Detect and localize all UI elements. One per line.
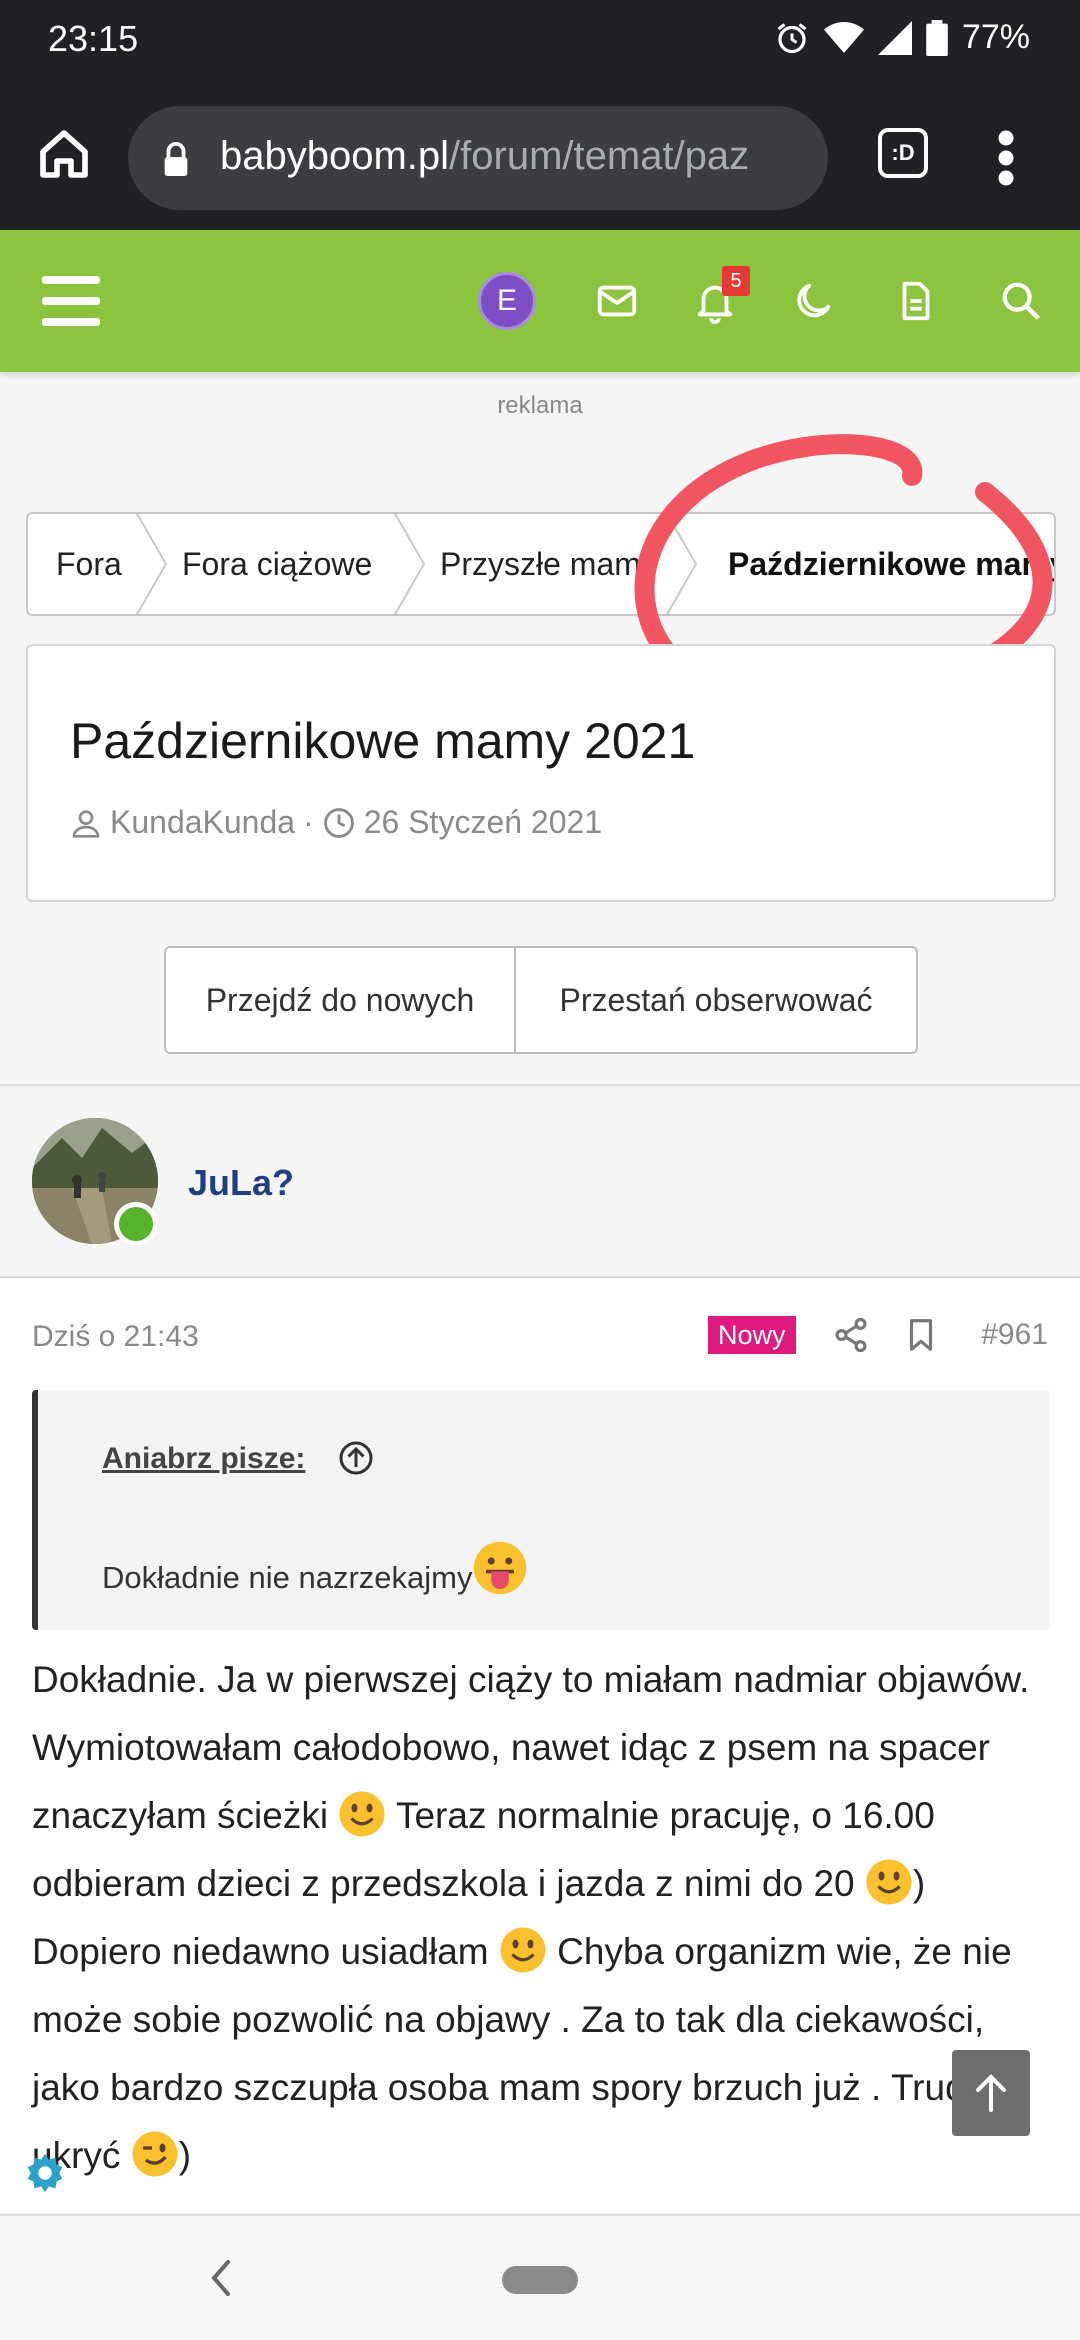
site-header: E 5 — [0, 230, 1080, 372]
battery-icon — [926, 19, 948, 56]
post-time[interactable]: Dziś o 21:43 — [32, 1320, 199, 1354]
clock-icon — [323, 807, 354, 838]
document-icon[interactable] — [893, 278, 939, 324]
breadcrumb: Fora Fora ciążowe Przyszłe mamy Paździer… — [26, 512, 1056, 616]
battery-level: 77% — [961, 18, 1030, 56]
tab-switcher-button[interactable]: :D — [878, 128, 928, 178]
post-text-part: ) — [178, 2135, 192, 2176]
url-host: babyboom.pl — [220, 134, 450, 178]
scroll-to-top-button[interactable] — [952, 2050, 1030, 2136]
back-icon[interactable] — [206, 2256, 236, 2300]
gear-icon[interactable] — [22, 2150, 68, 2196]
quote-text: Dokładnie nie nazrzekajmy — [102, 1540, 528, 1596]
post-number[interactable]: #961 — [981, 1318, 1048, 1352]
arrow-up-icon — [976, 2074, 1006, 2112]
thread-author[interactable]: KundaKunda — [110, 804, 295, 841]
quote-author[interactable]: Aniabrz pisze: — [102, 1442, 305, 1476]
thread-title: Październikowe mamy 2021 — [70, 713, 696, 769]
home-icon[interactable] — [36, 126, 92, 182]
menu-icon[interactable] — [42, 276, 100, 326]
smile-emoji-icon — [866, 1859, 912, 1905]
bookmark-icon[interactable] — [902, 1316, 940, 1354]
breadcrumb-separator — [135, 514, 168, 614]
ad-label: reklama — [497, 392, 583, 419]
new-badge: Nowy — [708, 1316, 796, 1354]
status-icons: 77% — [774, 18, 1030, 57]
smile-emoji-icon — [339, 1791, 385, 1837]
status-bar: 23:15 77% — [0, 0, 1080, 84]
wink-emoji-icon — [132, 2131, 178, 2177]
breadcrumb-separator — [393, 514, 426, 614]
post-author: JuLa? — [0, 1086, 1080, 1278]
thread-meta: KundaKunda · 26 Styczeń 2021 — [70, 804, 602, 841]
online-status-icon — [114, 1202, 158, 1246]
url-path: /forum/temat/paz — [449, 134, 750, 178]
unwatch-button[interactable]: Przestań obserwować — [516, 948, 916, 1052]
alarm-icon — [777, 22, 807, 53]
breadcrumb-item-current[interactable]: Październikowe mamy 2021 — [728, 514, 1054, 614]
breadcrumb-separator — [665, 514, 698, 614]
moon-icon[interactable] — [790, 278, 836, 324]
lock-icon — [164, 142, 188, 176]
thread-date[interactable]: 26 Styczeń 2021 — [364, 804, 602, 841]
thread-header: Październikowe mamy 2021 KundaKunda · 26… — [26, 644, 1056, 902]
quote-block: Aniabrz pisze: Dokładnie nie nazrzekajmy — [32, 1390, 1050, 1630]
address-bar[interactable]: babyboom.pl/forum/temat/paz — [128, 106, 828, 210]
breadcrumb-item-fora[interactable]: Fora — [56, 514, 122, 614]
post-text: Dokładnie. Ja w pierwszej ciąży to miała… — [32, 1646, 1052, 2190]
post-username[interactable]: JuLa? — [188, 1162, 294, 1204]
status-time: 23:15 — [48, 18, 139, 59]
search-icon[interactable] — [998, 278, 1044, 324]
thread-actions: Przejdź do nowych Przestań obserwować — [164, 946, 918, 1054]
share-icon[interactable] — [832, 1316, 870, 1354]
go-to-new-button[interactable]: Przejdź do nowych — [166, 948, 516, 1052]
breadcrumb-item-fora-ciazowe[interactable]: Fora ciążowe — [182, 514, 372, 614]
tongue-emoji-icon — [474, 1541, 527, 1595]
quote-text-content: Dokładnie nie nazrzekajmy — [102, 1560, 473, 1595]
home-gesture-pill[interactable] — [502, 2266, 578, 2294]
smile-emoji-icon — [500, 1927, 546, 1973]
wifi-icon — [823, 21, 864, 53]
meta-separator: · — [303, 804, 314, 840]
breadcrumb-item-przyszle-mamy[interactable]: Przyszłe mamy — [440, 514, 662, 614]
browser-toolbar: babyboom.pl/forum/temat/paz :D — [0, 84, 1080, 230]
mail-icon[interactable] — [594, 278, 640, 324]
notification-badge: 5 — [722, 266, 750, 296]
signal-icon — [877, 20, 912, 55]
more-vert-icon[interactable] — [994, 128, 1018, 188]
arrow-up-circle-icon[interactable] — [338, 1440, 374, 1476]
system-nav-bar — [0, 2214, 1080, 2340]
user-icon — [72, 809, 100, 838]
user-avatar[interactable]: E — [478, 272, 536, 330]
post: Dziś o 21:43 Nowy #961 Aniabrz pisze: Do… — [0, 1278, 1080, 2213]
url-text: babyboom.pl/forum/temat/paz — [220, 134, 749, 179]
